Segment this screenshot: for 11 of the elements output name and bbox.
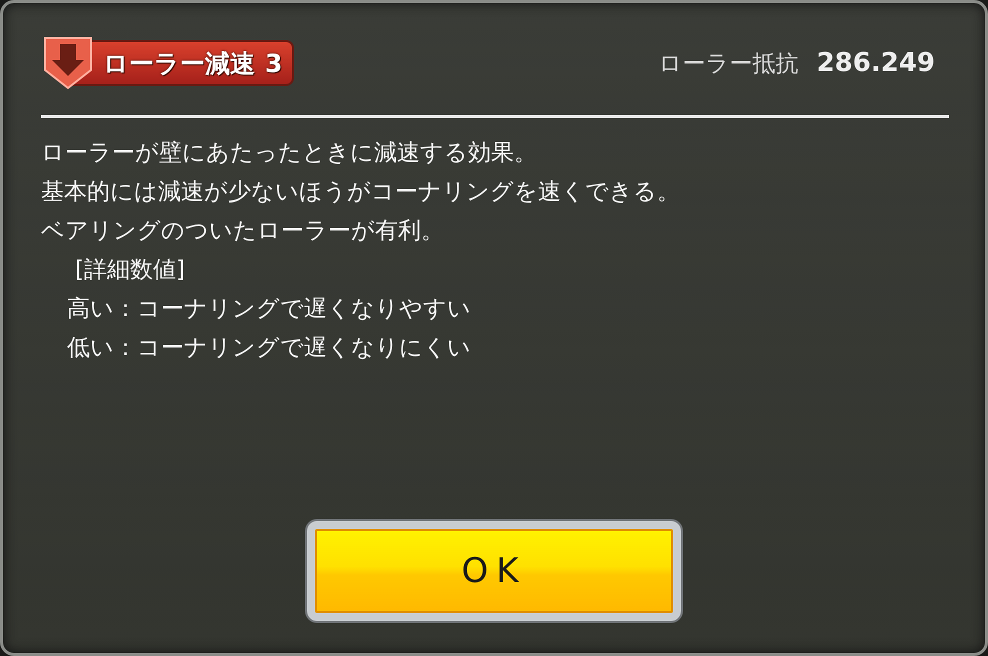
description-line: 低い：コーナリングで遅くなりにくい [67, 334, 472, 363]
description-line: 高い：コーナリングで遅くなりやすい [67, 295, 472, 324]
badge-level: 3 [265, 48, 282, 78]
stat-label: ローラー抵抗 [658, 50, 799, 78]
ok-button[interactable]: OK [307, 521, 681, 621]
description-line: ベアリングのついたローラーが有利。 [41, 217, 445, 246]
description-line: 基本的には減速が少ないほうがコーナリングを速くできる。 [41, 178, 681, 207]
description-line: [詳細数値] [75, 256, 186, 285]
badge-title: ローラー減速 [103, 48, 255, 80]
stat-value: 286.249 [816, 48, 935, 78]
description-line: ローラーが壁にあたったときに減速する効果。 [41, 139, 538, 168]
